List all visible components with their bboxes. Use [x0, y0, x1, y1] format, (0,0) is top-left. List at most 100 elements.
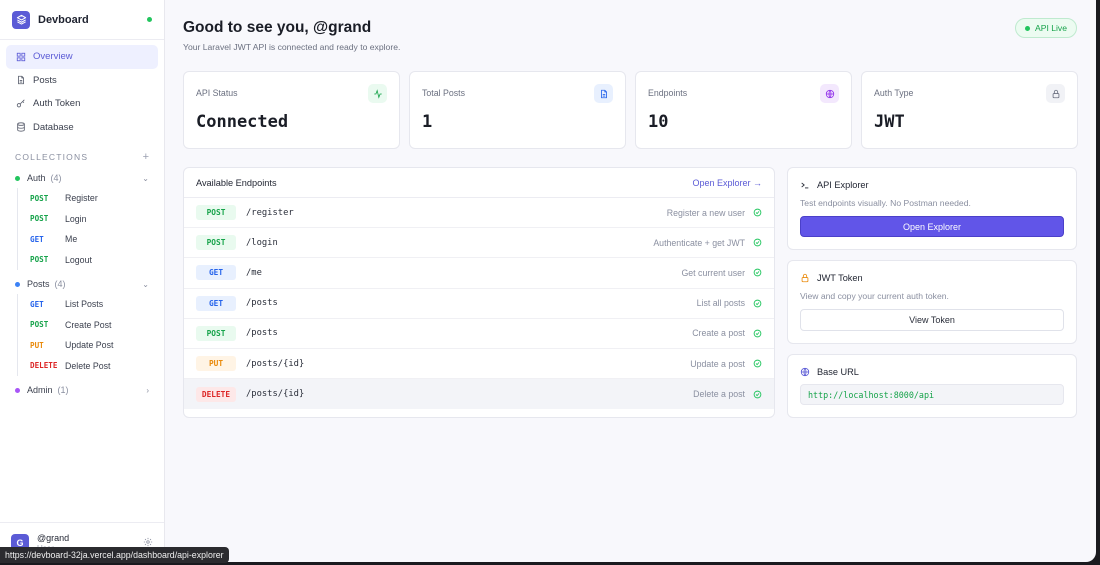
card-title-text: JWT Token: [817, 273, 863, 283]
main-nav: Overview Posts Auth Token Database: [0, 40, 164, 139]
collection-count: (4): [54, 279, 66, 289]
collection-color-dot: [15, 281, 20, 287]
endpoints-header: Available Endpoints Open Explorer →: [184, 168, 774, 198]
method-badge: PUT: [196, 356, 236, 372]
view-token-button[interactable]: View Token: [800, 309, 1064, 331]
document-icon: [594, 84, 613, 103]
method-label: POST: [30, 255, 49, 265]
nav-label: Posts: [33, 74, 57, 86]
method-label: PUT: [30, 340, 44, 350]
open-explorer-button[interactable]: Open Explorer: [800, 216, 1064, 237]
api-explorer-card: API Explorer Test endpoints visually. No…: [787, 167, 1077, 250]
collection-item[interactable]: PUT Update Post: [30, 335, 149, 356]
card-title: Base URL: [800, 367, 1064, 377]
lock-icon: [1046, 84, 1065, 103]
endpoint-row[interactable]: DELETE /posts/{id} Delete a post: [184, 379, 774, 410]
collections-heading: COLLECTIONS: [15, 152, 89, 162]
endpoint-path: /posts: [246, 328, 278, 339]
card-title-text: API Explorer: [817, 180, 869, 190]
stat-label: Total Posts: [422, 88, 466, 98]
collection-item[interactable]: DELETE Delete Post: [30, 356, 149, 377]
endpoint-row[interactable]: PUT /posts/{id} Update a post: [184, 349, 774, 380]
item-label: Login: [65, 213, 87, 224]
endpoints-title: Available Endpoints: [196, 177, 277, 188]
collection-toggle[interactable]: Auth (4) ⌄: [15, 168, 149, 188]
method-label: POST: [30, 320, 49, 330]
collection-item[interactable]: GET List Posts: [30, 294, 149, 315]
collection-item[interactable]: POST Register: [30, 188, 149, 209]
brand[interactable]: Devboard: [0, 0, 164, 40]
method-badge: POST: [196, 205, 236, 221]
open-explorer-link[interactable]: Open Explorer →: [692, 178, 762, 188]
nav-item-posts[interactable]: Posts: [6, 69, 158, 93]
endpoint-row[interactable]: GET /me Get current user: [184, 258, 774, 289]
method-badge: GET: [196, 295, 236, 311]
card-title: JWT Token: [800, 273, 1064, 283]
check-circle-icon: [753, 359, 762, 368]
method-badge: GET: [196, 265, 236, 281]
stats-row: API Status Connected Total Posts 1 Endpo…: [183, 71, 1078, 149]
check-circle-icon: [753, 269, 762, 277]
nav-item-overview[interactable]: Overview: [6, 45, 158, 69]
page-subtitle: Your Laravel JWT API is connected and re…: [183, 42, 401, 52]
user-name: @grand: [37, 532, 70, 543]
collection-count: (1): [57, 385, 69, 395]
nav-item-auth-token[interactable]: Auth Token: [6, 92, 158, 116]
collection-toggle[interactable]: Posts (4) ⌄: [15, 274, 149, 294]
add-collection-button[interactable]: +: [143, 151, 149, 163]
chevron-down-icon: ⌄: [142, 279, 149, 289]
database-icon: [16, 122, 26, 132]
collection-group-posts: Posts (4) ⌄ GET List Posts POST Create Pos…: [0, 274, 164, 376]
collection-item[interactable]: POST Login: [30, 209, 149, 230]
check-circle-icon: [753, 329, 762, 338]
collection-items: GET List Posts POST Create Post PUT Update …: [17, 294, 149, 376]
card-title-text: Base URL: [817, 367, 859, 377]
method-label: POST: [30, 214, 49, 224]
method-label: GET: [30, 234, 44, 244]
stat-card-endpoints: Endpoints 10: [635, 71, 852, 149]
base-url-field[interactable]: http://localhost:8000/api: [800, 384, 1064, 405]
stat-card-total-posts: Total Posts 1: [409, 71, 626, 149]
collection-item[interactable]: GET Me: [30, 229, 149, 250]
sidebar: Devboard Overview Posts Auth Token Datab…: [0, 0, 165, 562]
collection-color-dot: [15, 387, 20, 393]
link-status-tooltip: https://devboard-32ja.vercel.app/dashboa…: [0, 547, 229, 563]
endpoint-row[interactable]: POST /posts Create a post: [184, 319, 774, 349]
status-badge: API Live: [1014, 18, 1077, 38]
collection-item[interactable]: POST Create Post: [30, 315, 149, 336]
item-label: Me: [65, 234, 78, 245]
collection-name: Auth: [27, 173, 46, 183]
endpoint-description: Delete a post: [693, 389, 745, 400]
chevron-down-icon: ⌄: [142, 173, 149, 183]
endpoint-row[interactable]: POST /login Authenticate + get JWT: [184, 228, 774, 259]
nav-item-database[interactable]: Database: [6, 116, 158, 140]
collections-header: COLLECTIONS +: [0, 150, 164, 164]
page-title: Good to see you, @grand: [183, 19, 372, 36]
endpoint-description: Update a post: [690, 358, 745, 369]
collection-group-auth: Auth (4) ⌄ POST Register POST Login GET Me …: [0, 168, 164, 270]
endpoint-path: /posts/{id}: [246, 358, 305, 369]
stat-label: API Status: [196, 88, 238, 98]
endpoints-panel: Available Endpoints Open Explorer → POST…: [183, 167, 775, 418]
item-label: Logout: [65, 254, 92, 265]
collection-item[interactable]: POST Logout: [30, 250, 149, 271]
stat-value: 10: [648, 112, 669, 132]
item-label: Create Post: [65, 319, 112, 330]
check-circle-icon: [753, 238, 762, 247]
endpoint-row[interactable]: GET /posts List all posts: [184, 289, 774, 319]
check-circle-icon: [753, 390, 762, 399]
item-label: Update Post: [65, 340, 114, 351]
method-badge: POST: [196, 325, 236, 341]
stat-card-api-status: API Status Connected: [183, 71, 400, 149]
globe-icon: [820, 84, 839, 103]
collection-toggle[interactable]: Admin (1) ›: [15, 380, 149, 400]
endpoint-path: /posts/{id}: [246, 389, 305, 400]
method-label: GET: [30, 299, 44, 309]
online-indicator: [147, 17, 152, 22]
lock-icon: [800, 273, 810, 283]
collection-count: (4): [50, 173, 62, 183]
endpoint-row[interactable]: POST /register Register a new user: [184, 198, 774, 229]
collection-items: POST Register POST Login GET Me POST Logout: [17, 188, 149, 270]
endpoint-path: /login: [246, 237, 278, 248]
collection-group-admin: Admin (1) ›: [0, 380, 164, 400]
